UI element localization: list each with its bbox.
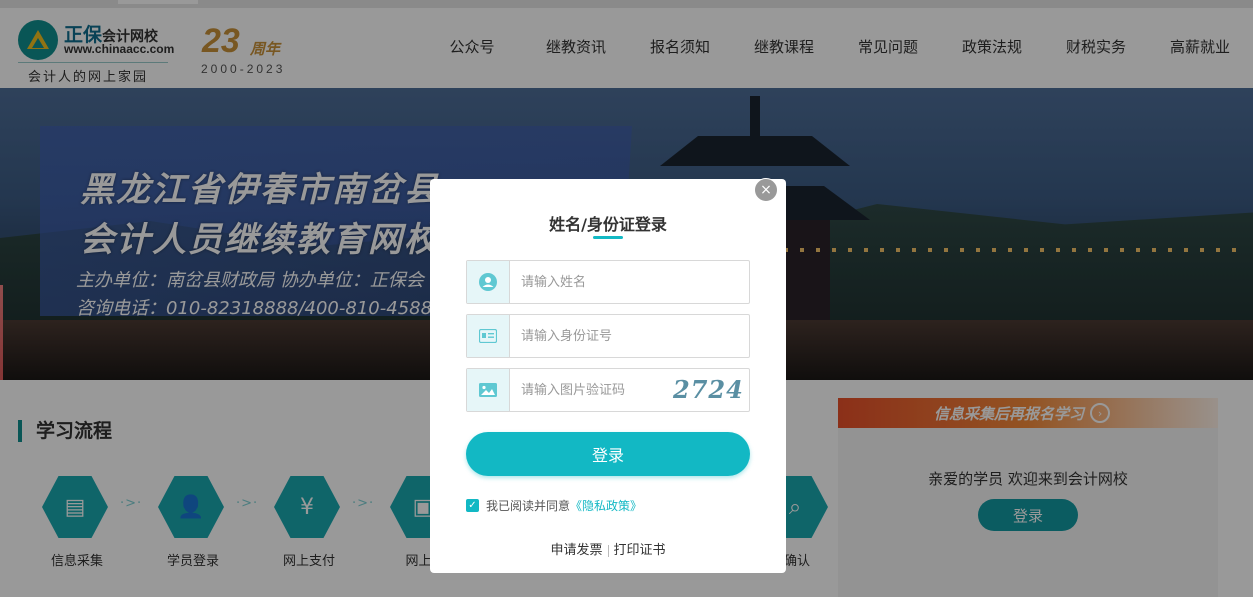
agree-checkbox[interactable]: ✓ xyxy=(466,499,479,512)
modal-title-underline xyxy=(593,236,623,239)
print-certificate-link[interactable]: 打印证书 xyxy=(614,543,666,558)
modal-title: 姓名/身份证登录 xyxy=(549,215,667,234)
close-icon[interactable]: × xyxy=(754,178,778,202)
captcha-image[interactable]: 2724 xyxy=(673,377,743,403)
image-icon xyxy=(467,369,510,411)
name-field[interactable] xyxy=(466,260,750,304)
link-divider xyxy=(607,544,609,557)
id-field[interactable] xyxy=(466,314,750,358)
privacy-policy-link[interactable]: 《隐私政策》 xyxy=(570,497,642,514)
id-card-icon xyxy=(467,315,510,357)
agree-text: 我已阅读并同意 xyxy=(486,499,571,513)
modal-bottom-links: 申请发票 打印证书 xyxy=(430,539,786,558)
login-modal: × 姓名/身份证登录 2724 登录 ✓ 我已阅读并同意 《隐私政策》 申请发票… xyxy=(430,178,786,573)
login-button[interactable]: 登录 xyxy=(466,432,750,476)
captcha-input[interactable] xyxy=(521,380,671,400)
name-input[interactable] xyxy=(521,272,671,292)
invoice-link[interactable]: 申请发票 xyxy=(550,543,602,558)
id-number-input[interactable] xyxy=(521,326,671,346)
captcha-field[interactable]: 2724 xyxy=(466,368,750,412)
user-icon xyxy=(467,261,510,303)
privacy-agreement: ✓ 我已阅读并同意 《隐私政策》 xyxy=(466,497,642,514)
